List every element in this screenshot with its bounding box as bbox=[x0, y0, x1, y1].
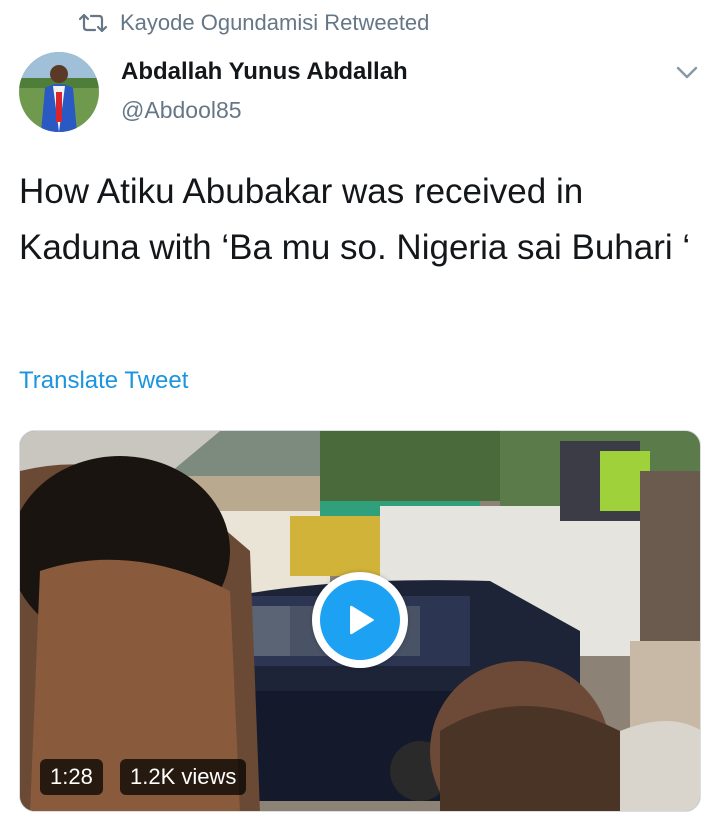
video-duration-badge: 1:28 bbox=[40, 759, 103, 795]
avatar[interactable] bbox=[19, 52, 99, 132]
translate-tweet-link[interactable]: Translate Tweet bbox=[19, 367, 188, 395]
author-handle[interactable]: @Abdool85 bbox=[121, 97, 242, 124]
retweet-context[interactable]: Kayode Ogundamisi Retweeted bbox=[78, 8, 429, 38]
video-views-badge: 1.2K views bbox=[120, 759, 247, 795]
retweet-label: Kayode Ogundamisi Retweeted bbox=[120, 10, 430, 35]
play-icon bbox=[320, 580, 400, 660]
chevron-down-icon[interactable] bbox=[673, 60, 701, 84]
author-name[interactable]: Abdallah Yunus Abdallah bbox=[121, 58, 408, 86]
video-player[interactable]: 1:28 1.2K views bbox=[19, 430, 701, 812]
tweet-text: How Atiku Abubakar was received in Kadun… bbox=[19, 172, 691, 267]
play-button[interactable] bbox=[312, 572, 408, 668]
retweet-icon bbox=[78, 11, 108, 35]
